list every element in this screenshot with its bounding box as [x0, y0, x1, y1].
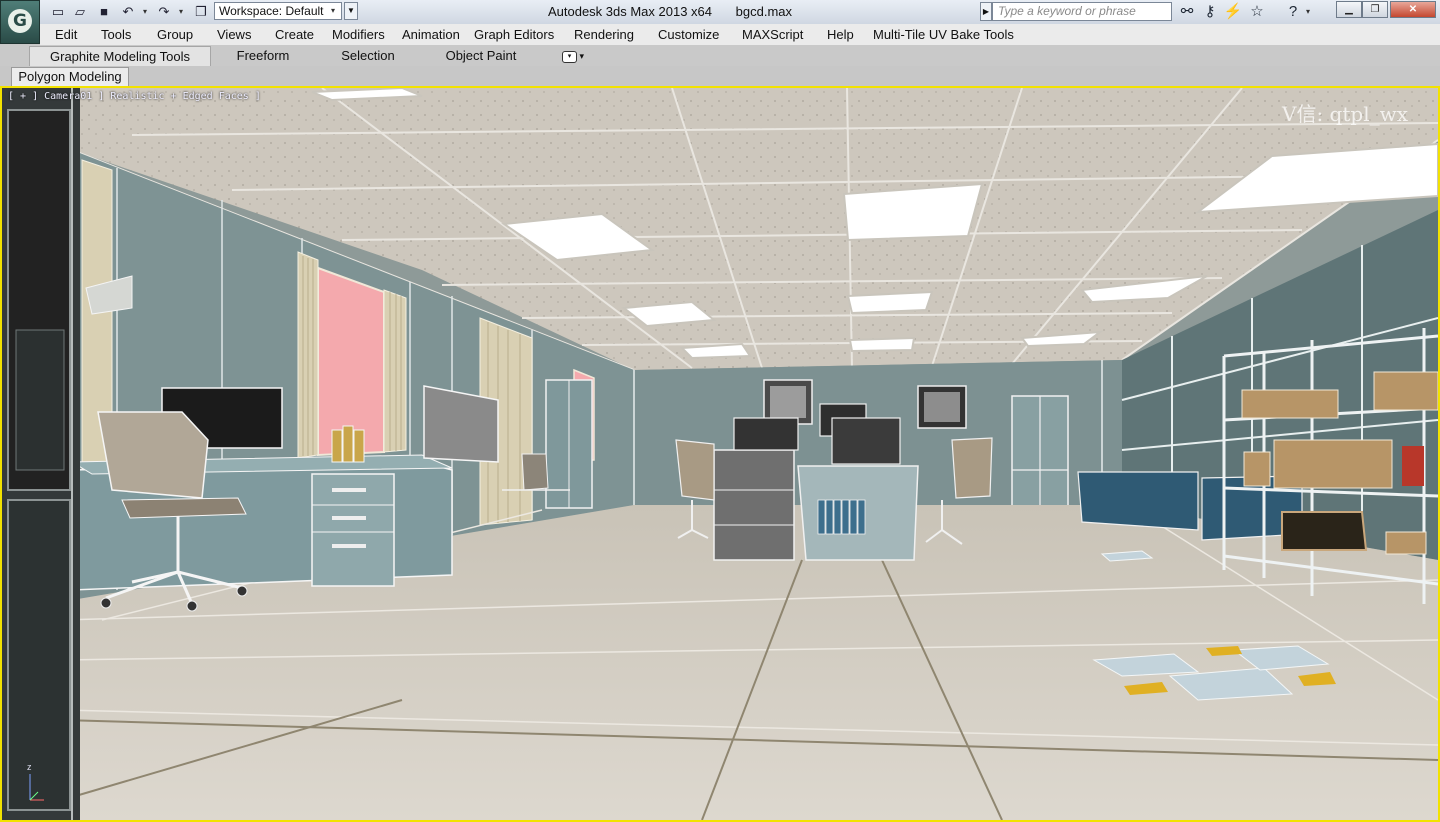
office-scene-render	[2, 88, 1438, 820]
menu-rendering[interactable]: Rendering	[574, 24, 634, 45]
binoculars-icon[interactable]: ⚯	[1176, 2, 1198, 22]
app-menu-button[interactable]: G	[0, 0, 40, 44]
ribbon-tab-bar: Graphite Modeling Tools Freeform Selecti…	[0, 45, 1440, 66]
new-file-icon[interactable]: ▭	[50, 4, 66, 20]
workspace-select[interactable]: Workspace: Default	[214, 2, 342, 20]
save-icon[interactable]: ■	[96, 4, 112, 20]
menu-group[interactable]: Group	[157, 24, 193, 45]
viewport-label[interactable]: [ + ] Camera01 ] Realistic + Edged Faces…	[8, 91, 261, 102]
ribbon-options-icon[interactable]: ▾ ▾	[562, 49, 588, 63]
restore-icon[interactable]: ❐	[1362, 1, 1388, 18]
app-logo-icon: G	[8, 9, 32, 33]
undo-icon[interactable]: ↶	[120, 4, 136, 20]
subscription-key-icon[interactable]: ⚷	[1199, 2, 1221, 22]
window-title: Autodesk 3ds Max 2013 x64 bgcd.max	[470, 0, 870, 24]
search-expand-icon[interactable]: ▶	[980, 2, 992, 21]
watermark-text: V信: qtpl_wx	[1282, 102, 1408, 126]
redo-dropdown-icon[interactable]: ▾	[179, 4, 183, 20]
menu-customize[interactable]: Customize	[658, 24, 719, 45]
title-bar: ▭ ▱ ■ ↶ ▾ ↷ ▾ ❐ Workspace: Default ▾ ▼ A…	[0, 0, 1440, 25]
app-name: Autodesk 3ds Max 2013 x64	[547, 4, 713, 19]
help-icon[interactable]: ?	[1282, 2, 1304, 22]
redo-icon[interactable]: ↷	[156, 4, 172, 20]
tab-object-paint[interactable]: Object Paint	[424, 46, 538, 66]
tab-selection[interactable]: Selection	[318, 46, 418, 66]
menu-create[interactable]: Create	[275, 24, 314, 45]
close-icon[interactable]: ✕	[1390, 1, 1436, 18]
tab-polygon-modeling[interactable]: Polygon Modeling	[11, 67, 129, 86]
axis-gizmo	[29, 774, 44, 801]
menu-graph-editors[interactable]: Graph Editors	[474, 24, 554, 45]
file-name: bgcd.max	[735, 4, 793, 19]
menu-tools[interactable]: Tools	[101, 24, 131, 45]
open-file-icon[interactable]: ▱	[72, 4, 88, 20]
search-input[interactable]: Type a keyword or phrase	[992, 2, 1172, 21]
help-dropdown-icon[interactable]: ▾	[1306, 4, 1310, 20]
menu-multi-tile-uv-bake-tools[interactable]: Multi-Tile UV Bake Tools	[873, 24, 1014, 45]
project-folder-icon[interactable]: ❐	[193, 4, 209, 20]
menu-bar: Edit Tools Group Views Create Modifiers …	[40, 24, 1440, 46]
menu-maxscript[interactable]: MAXScript	[742, 24, 803, 45]
menu-animation[interactable]: Animation	[402, 24, 460, 45]
tab-freeform[interactable]: Freeform	[214, 46, 312, 66]
star-icon[interactable]: ☆	[1246, 2, 1268, 22]
menu-help[interactable]: Help	[827, 24, 854, 45]
ribbon-panel-bar: Polygon Modeling	[0, 66, 1440, 87]
quick-access-menu-icon[interactable]: ▼	[344, 2, 358, 20]
chevron-down-icon[interactable]: ▾	[326, 3, 340, 19]
axis-tripod-icon: z	[20, 762, 50, 806]
menu-edit[interactable]: Edit	[55, 24, 77, 45]
undo-dropdown-icon[interactable]: ▾	[143, 4, 147, 20]
menu-views[interactable]: Views	[217, 24, 251, 45]
minimize-icon[interactable]: ▁	[1336, 1, 1362, 18]
menu-modifiers[interactable]: Modifiers	[332, 24, 385, 45]
communication-center-icon[interactable]: ⚡	[1222, 2, 1244, 22]
axis-z-label: z	[27, 762, 32, 772]
tab-graphite-modeling-tools[interactable]: Graphite Modeling Tools	[29, 46, 211, 66]
perspective-viewport[interactable]: [ + ] Camera01 ] Realistic + Edged Faces…	[0, 86, 1440, 822]
